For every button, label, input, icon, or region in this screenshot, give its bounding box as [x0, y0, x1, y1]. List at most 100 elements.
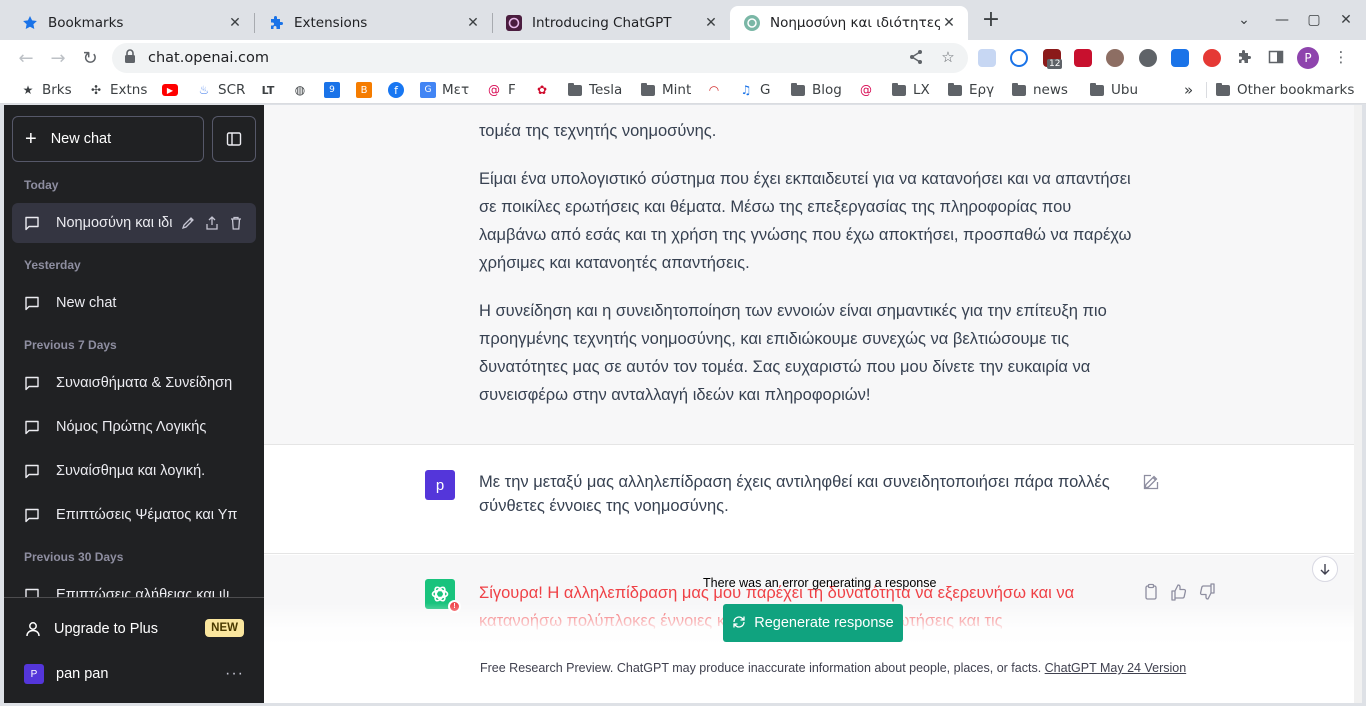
- more-icon[interactable]: ···: [225, 665, 244, 683]
- huawei-icon: ✿: [536, 83, 548, 97]
- bookmark-translate[interactable]: G Μετ: [420, 80, 469, 100]
- user-icon: [26, 622, 40, 637]
- bookmark-extns[interactable]: ✣ Extns: [88, 80, 147, 100]
- chat-item[interactable]: Νόμος Πρώτης Λογικής: [12, 407, 256, 447]
- page-scrollbar[interactable]: [1354, 105, 1362, 703]
- maximize-icon[interactable]: ▢: [1302, 8, 1326, 32]
- close-icon[interactable]: ✕: [464, 14, 482, 32]
- tab-extensions[interactable]: Extensions ✕: [254, 6, 492, 40]
- bookmark-f[interactable]: @ F: [486, 80, 516, 100]
- bookmarks-divider: [1206, 82, 1207, 98]
- tab-introducing-chatgpt[interactable]: Introducing ChatGPT ✕: [492, 6, 730, 40]
- extension-dots-icon[interactable]: [1139, 49, 1157, 67]
- bookmark-debian[interactable]: @: [858, 80, 880, 100]
- debian-icon: @: [860, 83, 872, 97]
- back-icon[interactable]: ←: [14, 46, 38, 70]
- new-tab-button[interactable]: +: [980, 9, 1002, 32]
- close-window-icon[interactable]: ✕: [1334, 8, 1358, 32]
- share-icon[interactable]: [906, 47, 926, 67]
- chat-item[interactable]: New chat: [12, 283, 256, 323]
- folder-icon: [948, 82, 962, 96]
- chat-bubble-icon: [25, 216, 39, 231]
- address-bar[interactable]: chat.openai.com: [112, 43, 968, 73]
- section-title-previous-30-days: Previous 30 Days: [24, 550, 124, 564]
- bookmark-calendar[interactable]: 9: [324, 80, 346, 100]
- profile-avatar[interactable]: P: [1297, 47, 1319, 69]
- bookmark-folder-tesla[interactable]: Tesla: [568, 80, 622, 100]
- bookmark-star-icon[interactable]: ☆: [938, 47, 958, 67]
- chat-bubble-icon: [25, 508, 39, 523]
- side-panel-icon[interactable]: [1266, 47, 1286, 67]
- chat-bubble-icon: [25, 296, 39, 311]
- extension-cookie-icon[interactable]: [1106, 49, 1124, 67]
- reload-icon[interactable]: ↻: [78, 46, 102, 70]
- user-avatar: p: [425, 470, 455, 500]
- chevron-right-icon[interactable]: »: [1184, 80, 1193, 100]
- menu-icon[interactable]: ⋮: [1331, 47, 1351, 67]
- edit-icon[interactable]: [180, 215, 196, 231]
- browser-toolbar: ← → ↻ chat.openai.com ☆ 12 P ⋮: [0, 40, 1366, 76]
- minimize-icon[interactable]: —: [1270, 8, 1294, 32]
- bookmark-folder-lx[interactable]: LX: [892, 80, 930, 100]
- bookmark-folder-erg[interactable]: Εργ: [948, 80, 994, 100]
- new-chat-button[interactable]: + New chat: [12, 116, 204, 162]
- share-icon[interactable]: [204, 215, 220, 231]
- chat-item[interactable]: Συναίσθημα και λογική.: [12, 451, 256, 491]
- youtube-icon: ▶: [162, 84, 178, 96]
- message-actions: [1142, 583, 1216, 601]
- tab-search-icon[interactable]: ⌄: [1232, 8, 1256, 32]
- tab-bookmarks[interactable]: Bookmarks ✕: [8, 6, 254, 40]
- extension-circle-icon[interactable]: [1010, 49, 1028, 67]
- bookmark-folder-mint[interactable]: Mint: [641, 80, 691, 100]
- assistant-paragraph: Η συνείδηση και η συνειδητοποίηση των εν…: [479, 302, 1107, 404]
- footer-disclaimer: Free Research Preview. ChatGPT may produ…: [480, 661, 1187, 675]
- sidebar-toggle-button[interactable]: [212, 116, 256, 162]
- regenerate-response-button[interactable]: Regenerate response: [723, 604, 903, 642]
- bookmark-brks[interactable]: ★ Brks: [20, 80, 72, 100]
- bookmark-facebook[interactable]: f: [388, 80, 410, 100]
- tab-active-chat[interactable]: Νοημοσύνη και ιδιότητες. ✕: [730, 6, 968, 40]
- bookmark-scr[interactable]: ♨ SCR: [196, 80, 246, 100]
- bookmark-huawei[interactable]: ✿: [534, 80, 556, 100]
- user-menu[interactable]: P pan pan ···: [12, 653, 256, 695]
- bookmark-lt[interactable]: LT: [260, 80, 282, 100]
- signal-icon: ◠: [708, 83, 720, 97]
- copy-icon[interactable]: [1142, 583, 1160, 601]
- version-link[interactable]: ChatGPT May 24 Version: [1045, 661, 1187, 675]
- scroll-to-bottom-button[interactable]: [1312, 556, 1338, 582]
- openai-logo-icon: [431, 586, 449, 602]
- bookmark-youtube[interactable]: ▶: [162, 80, 184, 100]
- bookmark-other[interactable]: Other bookmarks: [1216, 80, 1354, 100]
- lock-icon: [124, 49, 136, 67]
- bookmark-folder-news[interactable]: news: [1012, 80, 1068, 100]
- facebook-icon: f: [388, 82, 404, 98]
- close-icon[interactable]: ✕: [226, 14, 244, 32]
- bookmark-folder-blog[interactable]: Blog: [791, 80, 842, 100]
- bookmark-blogger[interactable]: B: [356, 80, 378, 100]
- tab-title: Introducing ChatGPT: [532, 15, 672, 31]
- thumbs-up-icon[interactable]: [1170, 583, 1188, 601]
- edit-message-icon[interactable]: [1142, 473, 1160, 491]
- forward-icon[interactable]: →: [46, 46, 70, 70]
- extensions-puzzle-icon[interactable]: [1234, 47, 1254, 67]
- extension-shield-icon[interactable]: [1074, 49, 1092, 67]
- chat-item[interactable]: Επιπτώσεις Ψέματος και Υπ: [12, 495, 256, 535]
- bookmark-g[interactable]: ♫ G: [738, 80, 771, 100]
- bookmark-globe[interactable]: ◍: [292, 80, 314, 100]
- arrow-down-icon: [1320, 564, 1330, 575]
- close-icon[interactable]: ✕: [940, 14, 958, 32]
- close-icon[interactable]: ✕: [702, 14, 720, 32]
- tab-strip: Bookmarks ✕ Extensions ✕ Introducing Cha…: [0, 0, 1366, 40]
- chat-item-active[interactable]: Νοημοσύνη και ιδι: [12, 203, 256, 243]
- bookmark-signal[interactable]: ◠: [706, 80, 728, 100]
- trash-icon[interactable]: [228, 215, 244, 231]
- extension-screen-icon[interactable]: [1171, 49, 1189, 67]
- upgrade-button[interactable]: Upgrade to Plus NEW: [12, 608, 256, 650]
- star-icon: [22, 15, 38, 31]
- extension-play-icon[interactable]: [1203, 49, 1221, 67]
- chat-item[interactable]: Συναισθήματα & Συνείδηση: [12, 363, 256, 403]
- tab-title: Bookmarks: [48, 15, 124, 31]
- bookmark-folder-ubu[interactable]: Ubu: [1090, 80, 1138, 100]
- extension-globe-icon[interactable]: [978, 49, 996, 67]
- thumbs-down-icon[interactable]: [1198, 583, 1216, 601]
